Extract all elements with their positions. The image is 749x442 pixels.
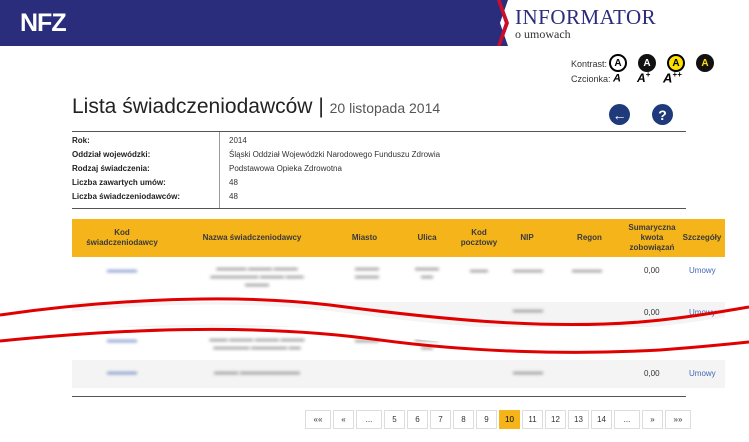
info-value: Podstawowa Opieka Zdrowotna bbox=[229, 164, 342, 173]
page-button[interactable]: 13 bbox=[568, 410, 589, 429]
info-label: Rok: bbox=[72, 136, 90, 145]
blurred-city: ▬▬▬▬ bbox=[355, 338, 379, 344]
pagination: «« «... 5 6 7 8 9 10 11 12 13 14...»»» bbox=[305, 410, 693, 429]
info-row-providers: Liczba świadczeniodawców: 48 bbox=[72, 189, 686, 203]
font-normal-button[interactable]: A bbox=[613, 70, 621, 85]
font-xlarge-button[interactable]: A++ bbox=[663, 70, 682, 85]
blurred-code: ▬▬▬▬▬ bbox=[107, 370, 137, 376]
info-label: Oddział wojewódzki: bbox=[72, 150, 151, 159]
page-button[interactable]: 9 bbox=[476, 410, 497, 429]
row-amount: 0,00 bbox=[644, 266, 660, 275]
info-row-year: Rok: 2014 bbox=[72, 133, 686, 147]
page-button[interactable]: »» bbox=[665, 410, 691, 429]
info-label: Liczba świadczeniodawców: bbox=[72, 192, 181, 201]
title-separator: | bbox=[318, 95, 324, 118]
contrast-label: Kontrast: bbox=[571, 59, 608, 69]
th-provider-name[interactable]: Nazwa świadczeniodawcy bbox=[172, 219, 332, 257]
contracts-link[interactable]: Umowy bbox=[689, 308, 716, 317]
page-button[interactable]: «« bbox=[305, 410, 331, 429]
blurred-code: ▬▬▬▬▬ bbox=[107, 338, 137, 344]
contracts-link[interactable]: Umowy bbox=[689, 266, 716, 275]
info-value: 2014 bbox=[229, 136, 247, 145]
table-row: ▬▬▬▬▬ ▬▬▬▬ ▬▬▬▬▬▬▬▬▬▬ ▬▬▬▬▬ 0,00 Umowy bbox=[72, 360, 725, 388]
page-button[interactable]: 5 bbox=[384, 410, 405, 429]
th-city[interactable]: Miasto bbox=[337, 219, 392, 257]
blurred-city: ▬▬▬▬ ▬▬▬▬ bbox=[355, 266, 379, 280]
divider bbox=[72, 131, 686, 132]
divider bbox=[72, 208, 686, 209]
contrast-black-yellow-button[interactable]: A bbox=[696, 54, 714, 72]
page-title: Lista świadczeniodawców | 20 listopada 2… bbox=[72, 95, 440, 119]
th-regon[interactable]: Regon bbox=[567, 219, 612, 257]
contracts-link[interactable]: Umowy bbox=[689, 369, 716, 378]
help-question-icon[interactable]: ? bbox=[652, 104, 673, 125]
page-button[interactable]: « bbox=[333, 410, 354, 429]
page-button[interactable]: 7 bbox=[430, 410, 451, 429]
blurred-code: ▬▬▬▬▬ bbox=[107, 268, 137, 274]
page-button[interactable]: ... bbox=[614, 410, 640, 429]
font-size-label: Czcionka: bbox=[571, 74, 611, 84]
blurred-street: ▬▬▬▬ ▬▬ bbox=[415, 337, 439, 351]
page-button[interactable]: 12 bbox=[545, 410, 566, 429]
page-button[interactable]: 6 bbox=[407, 410, 428, 429]
blurred-name: ▬▬▬▬▬ ▬▬▬▬ ▬▬▬▬ ▬▬▬▬▬▬▬▬ ▬▬▬▬ ▬▬▬ ▬▬▬▬ bbox=[210, 266, 304, 288]
blurred-nip: ▬▬▬▬▬ bbox=[513, 268, 543, 274]
page-button[interactable]: 14 bbox=[591, 410, 612, 429]
blurred-nip: ▬▬▬▬▬ bbox=[513, 308, 543, 314]
blurred-regon: ▬▬▬▬▬ bbox=[572, 268, 602, 274]
page-button[interactable]: 8 bbox=[453, 410, 474, 429]
table-row: ▬▬▬▬▬ ▬▬▬ ▬▬▬▬ ▬▬▬▬ ▬▬▬▬ ▬▬▬▬▬▬ ▬▬▬▬▬▬ ▬▬… bbox=[72, 330, 725, 360]
row-amount: 0,00 bbox=[644, 369, 660, 378]
info-value: 48 bbox=[229, 192, 238, 201]
page-date: 20 listopada 2014 bbox=[329, 100, 441, 116]
page-button[interactable]: 11 bbox=[522, 410, 543, 429]
info-label: Liczba zawartych umów: bbox=[72, 178, 166, 187]
info-row-branch: Oddział wojewódzki: Śląski Oddział Wojew… bbox=[72, 147, 686, 161]
table-header: Kod świadczeniodawcy Nazwa świadczenioda… bbox=[72, 219, 725, 257]
page-button[interactable]: » bbox=[642, 410, 663, 429]
font-large-button[interactable]: A+ bbox=[637, 70, 650, 85]
blurred-nip: ▬▬▬▬▬ bbox=[513, 370, 543, 376]
table-bottom-divider bbox=[72, 396, 686, 397]
page-title-text: Lista świadczeniodawców bbox=[72, 95, 313, 118]
info-row-service-type: Rodzaj świadczenia: Podstawowa Opieka Zd… bbox=[72, 161, 686, 175]
blurred-name: ▬▬▬ ▬▬▬▬ ▬▬▬▬ ▬▬▬▬ ▬▬▬▬▬▬ ▬▬▬▬▬▬ ▬▬ bbox=[209, 337, 305, 351]
info-value: 48 bbox=[229, 178, 238, 187]
nfz-logo[interactable]: NFZ bbox=[20, 9, 67, 38]
page-current[interactable]: 10 bbox=[499, 410, 520, 429]
info-row-contracts: Liczba zawartych umów: 48 bbox=[72, 175, 686, 189]
blurred-postal: ▬▬▬ bbox=[470, 268, 488, 274]
th-total-amount[interactable]: Sumaryczna kwota zobowiązań bbox=[622, 219, 682, 257]
blurred-name: ▬▬▬▬ ▬▬▬▬▬▬▬▬▬▬ bbox=[214, 370, 300, 376]
info-value: Śląski Oddział Wojewódzki Narodowego Fun… bbox=[229, 150, 441, 159]
row-amount: 0,00 bbox=[644, 308, 660, 317]
th-provider-code[interactable]: Kod świadczeniodawcy bbox=[78, 219, 166, 257]
table-row: ▬▬▬▬▬ 0,00 Umowy bbox=[72, 302, 725, 327]
info-column-divider bbox=[219, 132, 220, 208]
th-postal-code[interactable]: Kod pocztowy bbox=[454, 219, 504, 257]
page-button[interactable]: ... bbox=[356, 410, 382, 429]
back-arrow-icon[interactable]: ← bbox=[609, 104, 630, 125]
th-details[interactable]: Szczegóły bbox=[679, 219, 725, 257]
info-label: Rodzaj świadczenia: bbox=[72, 164, 150, 173]
th-nip[interactable]: NIP bbox=[507, 219, 547, 257]
informator-subtitle: o umowach bbox=[515, 27, 571, 41]
th-street[interactable]: Ulica bbox=[402, 219, 452, 257]
blurred-street: ▬▬▬▬ ▬▬ bbox=[415, 266, 439, 280]
table-row: ▬▬▬▬▬ ▬▬▬▬▬ ▬▬▬▬ ▬▬▬▬ ▬▬▬▬▬▬▬▬ ▬▬▬▬ ▬▬▬ ▬▬… bbox=[72, 257, 725, 302]
